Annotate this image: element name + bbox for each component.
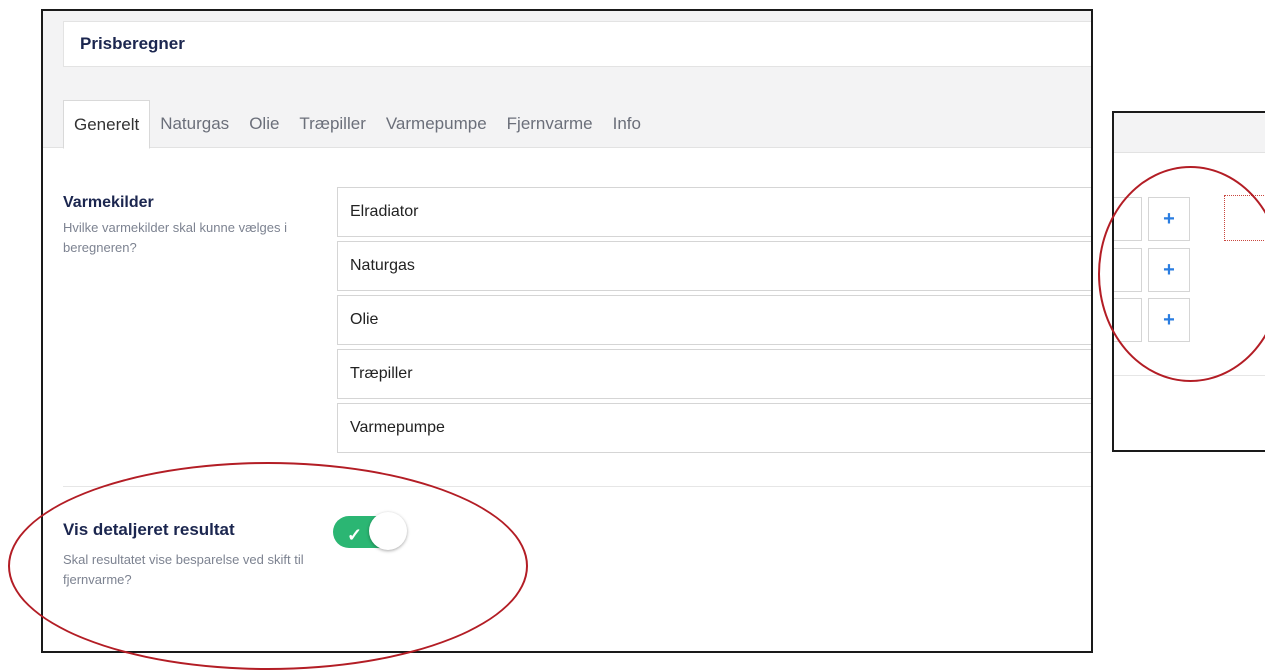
property-label: Vis detaljeret resultat — [63, 520, 235, 539]
tab-content: Varmekilder Hvilke varmekilder skal kunn… — [43, 148, 1091, 651]
document-title-input[interactable]: Prisberegner — [63, 21, 1091, 67]
check-icon: ✓ — [347, 525, 363, 545]
side-panel-divider — [1114, 375, 1265, 376]
plus-icon: + — [1163, 258, 1175, 281]
property-label: Varmekilder — [63, 194, 154, 211]
tab-info[interactable]: Info — [603, 100, 651, 148]
plus-icon: + — [1163, 207, 1175, 230]
add-button[interactable]: + — [1148, 298, 1190, 342]
heat-source-item-traepiller[interactable]: Træpiller — [337, 349, 1091, 399]
tab-traepiller[interactable]: Træpiller — [289, 100, 375, 148]
drop-placeholder — [1224, 195, 1265, 241]
add-button[interactable]: + — [1148, 248, 1190, 292]
heat-source-item-olie[interactable]: Olie — [337, 295, 1091, 345]
heat-source-item-naturgas[interactable]: Naturgas — [337, 241, 1091, 291]
heat-source-item-varmepumpe[interactable]: Varmepumpe — [337, 403, 1091, 453]
plus-icon: + — [1163, 308, 1175, 331]
side-panel-crop: + + + — [1112, 111, 1265, 452]
tab-varmepumpe[interactable]: Varmepumpe — [376, 100, 497, 148]
property-detailed-result: Vis detaljeret resultat Skal resultatet … — [63, 520, 313, 590]
property-heat-sources: Varmekilder Hvilke varmekilder skal kunn… — [63, 194, 313, 258]
detailed-result-toggle[interactable]: ✓ — [333, 512, 407, 550]
side-panel-header — [1114, 113, 1265, 153]
tab-bar: Generelt Naturgas Olie Træpiller Varmepu… — [63, 90, 651, 149]
property-divider — [63, 486, 1091, 487]
tab-naturgas[interactable]: Naturgas — [150, 100, 239, 148]
editor-panel: Prisberegner Generelt Naturgas Olie Træp… — [41, 9, 1093, 653]
list-row-input[interactable] — [1114, 298, 1142, 342]
heat-source-item-elradiator[interactable]: Elradiator — [337, 187, 1091, 237]
add-button[interactable]: + — [1148, 197, 1190, 241]
property-description: Hvilke varmekilder skal kunne vælges i b… — [63, 220, 287, 255]
list-row-input[interactable] — [1114, 197, 1142, 241]
editor-header: Prisberegner Generelt Naturgas Olie Træp… — [43, 11, 1091, 149]
toggle-knob — [369, 512, 407, 550]
tab-generelt[interactable]: Generelt — [63, 100, 151, 149]
list-row-input[interactable] — [1114, 248, 1142, 292]
tab-olie[interactable]: Olie — [239, 100, 289, 148]
tab-fjernvarme[interactable]: Fjernvarme — [497, 100, 603, 148]
property-description: Skal resultatet vise besparelse ved skif… — [63, 552, 304, 587]
heat-source-list: Elradiator Naturgas Olie Træpiller Varme… — [337, 187, 1091, 457]
